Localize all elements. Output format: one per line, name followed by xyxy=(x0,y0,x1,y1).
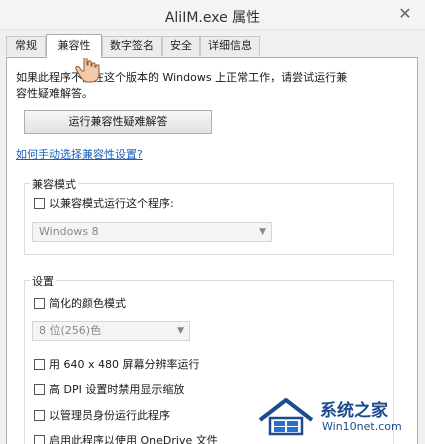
color-depth-select[interactable]: 8 位(256)色 ▼ xyxy=(32,321,190,341)
description-line-2: 容性疑难解答。 xyxy=(16,87,93,100)
compat-mode-label: 兼容模式 xyxy=(30,176,78,192)
high-dpi-row[interactable]: 高 DPI 设置时禁用显示缩放 xyxy=(34,383,184,397)
compat-mode-group xyxy=(24,183,394,255)
compat-mode-checkbox[interactable] xyxy=(34,198,45,209)
watermark-url: Win10net.com xyxy=(322,420,402,433)
settings-label: 设置 xyxy=(30,273,56,289)
chevron-down-icon: ▼ xyxy=(259,227,266,237)
onedrive-row[interactable]: 启用此程序以使用 OneDrive 文件 xyxy=(34,434,218,444)
watermark: 系统之家 Win10net.com xyxy=(256,390,424,442)
run-troubleshooter-button[interactable]: 运行兼容性疑难解答 xyxy=(24,110,212,134)
high-dpi-checkbox[interactable] xyxy=(34,384,45,395)
os-version-value: Windows 8 xyxy=(39,225,99,238)
onedrive-checkbox[interactable] xyxy=(34,435,45,444)
run-as-admin-label: 以管理员身份运行此程序 xyxy=(49,409,170,422)
tab-compatibility[interactable]: 兼容性 xyxy=(46,34,102,58)
compatibility-description: 如果此程序不能在这个版本的 Windows 上正常工作，请尝试运行兼 容性疑难解… xyxy=(16,70,396,102)
close-icon[interactable]: ✕ xyxy=(393,3,417,25)
description-line-1: 如果此程序不能在这个版本的 Windows 上正常工作，请尝试运行兼 xyxy=(16,71,348,84)
tab-security[interactable]: 安全 xyxy=(162,36,200,56)
title-bar: AliIM.exe 属性 ✕ xyxy=(0,0,425,30)
high-dpi-label: 高 DPI 设置时禁用显示缩放 xyxy=(49,383,185,396)
house-logo-icon xyxy=(258,398,314,436)
onedrive-label: 启用此程序以使用 OneDrive 文件 xyxy=(49,434,218,444)
run-as-admin-checkbox[interactable] xyxy=(34,410,45,421)
run-640-label: 用 640 x 480 屏幕分辨率运行 xyxy=(49,358,200,371)
tab-digital-signatures[interactable]: 数字签名 xyxy=(102,36,162,56)
os-version-select[interactable]: Windows 8 ▼ xyxy=(32,222,272,242)
reduced-color-row[interactable]: 简化的颜色模式 xyxy=(34,297,126,311)
run-640-row[interactable]: 用 640 x 480 屏幕分辨率运行 xyxy=(34,358,200,372)
compat-mode-checkbox-row[interactable]: 以兼容模式运行这个程序: xyxy=(34,197,174,211)
window-title: AliIM.exe 属性 xyxy=(164,10,261,26)
watermark-name: 系统之家 xyxy=(320,401,388,421)
manual-settings-link[interactable]: 如何手动选择兼容性设置? xyxy=(16,146,143,162)
run-640-checkbox[interactable] xyxy=(34,359,45,370)
run-as-admin-row[interactable]: 以管理员身份运行此程序 xyxy=(34,409,170,423)
reduced-color-label: 简化的颜色模式 xyxy=(49,297,126,310)
color-depth-value: 8 位(256)色 xyxy=(39,324,102,337)
compat-mode-checkbox-label: 以兼容模式运行这个程序: xyxy=(49,197,174,210)
tab-details[interactable]: 详细信息 xyxy=(200,36,260,56)
tab-general[interactable]: 常规 xyxy=(6,36,46,56)
reduced-color-checkbox[interactable] xyxy=(34,298,45,309)
chevron-down-icon: ▼ xyxy=(177,326,184,336)
